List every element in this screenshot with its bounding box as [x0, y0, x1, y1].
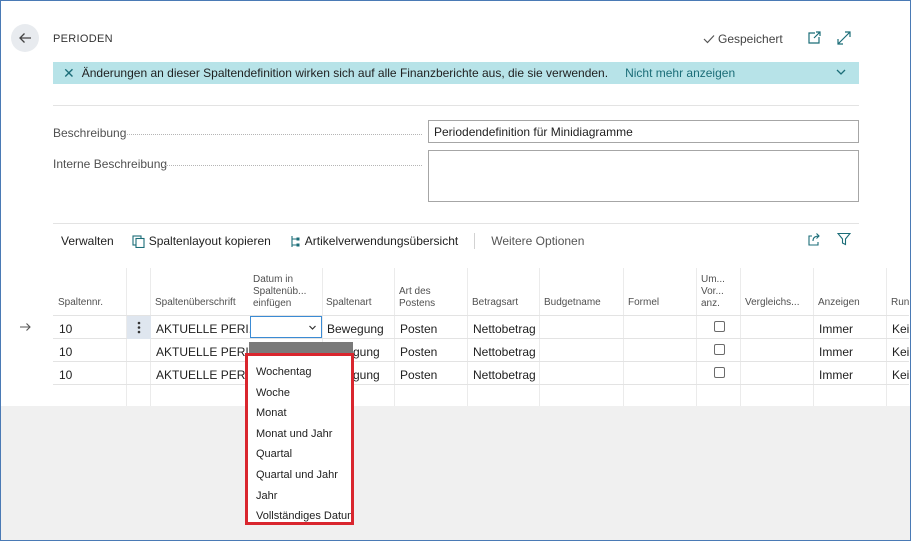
arrow-left-icon [19, 33, 31, 43]
dropdown-option[interactable]: Monat und Jahr [248, 424, 351, 445]
expand-icon [837, 31, 851, 45]
open-new-window-button[interactable] [806, 30, 822, 46]
interne-beschreibung-input[interactable] [428, 150, 859, 202]
beschreibung-label: Beschreibung [53, 126, 127, 140]
cell-runden[interactable]: Kei [892, 322, 909, 336]
share-icon[interactable] [807, 232, 821, 246]
more-vertical-icon [137, 321, 141, 334]
spaltenlayout-kopieren-label: Spaltenlayout kopieren [148, 234, 271, 248]
dropdown-option[interactable]: Monat [248, 403, 351, 424]
saved-label: Gespeichert [718, 32, 783, 46]
checkbox-umkehren[interactable] [714, 321, 725, 332]
dropdown-option[interactable]: Wochentag [248, 362, 351, 383]
leader-dots [127, 134, 422, 135]
cell-anzeigen[interactable]: Immer [819, 368, 853, 382]
cell-spaltenueberschrift[interactable]: AKTUELLE PERI... [156, 345, 259, 359]
header-row-border [53, 292, 909, 316]
cell-art-des-postens[interactable]: Posten [400, 368, 437, 382]
row-actions-button[interactable] [127, 316, 151, 339]
table-row[interactable]: 10 AKTUELLE PERI... Bewegung Posten Nett… [53, 316, 909, 339]
cell-spaltenart[interactable]: gung [353, 368, 380, 382]
cell-betragsart[interactable]: Nettobetrag [473, 345, 536, 359]
checkmark-icon [703, 35, 715, 44]
dropdown-option[interactable]: Quartal [248, 444, 351, 465]
artikelverwendungsuebersicht-label: Artikelverwendungsübersicht [304, 234, 459, 248]
banner-message: Änderungen an dieser Spaltendefinition w… [81, 66, 609, 80]
column-header-line: Um... [701, 274, 725, 285]
checkbox-umkehren[interactable] [714, 344, 725, 355]
datum-einfuegen-dropdown: Wochentag Woche Monat Monat und Jahr Qua… [245, 353, 354, 525]
beschreibung-input[interactable]: Periodendefinition für Minidiagramme [428, 120, 859, 143]
checkbox-umkehren[interactable] [714, 367, 725, 378]
table-row[interactable]: 10 AKTUELLE PERI... gung Posten Nettobet… [53, 339, 909, 362]
toolbar-divider [474, 233, 476, 249]
weitere-optionen-button[interactable]: Weitere Optionen [491, 234, 584, 248]
chevron-down-icon[interactable] [835, 66, 847, 78]
dont-show-again-link[interactable]: Nicht mehr anzeigen [625, 66, 735, 80]
open-in-new-icon [808, 31, 821, 44]
cell-runden[interactable]: Kei [892, 345, 909, 359]
saved-status: Gespeichert [703, 32, 783, 46]
copy-icon [132, 234, 145, 248]
verwalten-button[interactable]: Verwalten [61, 234, 114, 248]
table-row[interactable]: 10 AKTUELLE PERI... gung Posten Nettobet… [53, 362, 909, 385]
cell-art-des-postens[interactable]: Posten [400, 345, 437, 359]
cell-spaltenart[interactable]: Bewegung [327, 322, 384, 336]
dropdown-option[interactable]: Woche [248, 383, 351, 404]
cell-anzeigen[interactable]: Immer [819, 345, 853, 359]
filter-icon[interactable] [837, 232, 851, 246]
cell-spaltenueberschrift[interactable]: AKTUELLE PERI... [156, 368, 259, 382]
divider [53, 223, 859, 224]
back-button[interactable] [11, 24, 39, 52]
cell-art-des-postens[interactable]: Posten [400, 322, 437, 336]
close-icon[interactable]: ✕ [63, 66, 75, 80]
action-toolbar: Verwalten Spaltenlayout kopieren Artikel… [53, 228, 859, 254]
columns-grid: Spaltennr. Spaltenüberschrift Datum in S… [1, 268, 909, 406]
page-title: PERIODEN [53, 33, 113, 45]
info-banner: ✕ Änderungen an dieser Spaltendefinition… [53, 62, 859, 84]
cell-spaltenueberschrift[interactable]: AKTUELLE PERI... [156, 322, 259, 336]
dropdown-option[interactable]: Quartal und Jahr [248, 465, 351, 486]
dropdown-option[interactable]: Jahr [248, 486, 351, 507]
divider [53, 105, 859, 106]
column-header-line: Datum in [253, 274, 294, 285]
cell-spaltenart[interactable]: gung [353, 345, 380, 359]
hierarchy-icon [291, 235, 300, 247]
spaltenlayout-kopieren-button[interactable]: Spaltenlayout kopieren [132, 234, 271, 248]
cell-spaltennr[interactable]: 10 [59, 322, 72, 336]
artikelverwendungsuebersicht-button[interactable]: Artikelverwendungsübersicht [289, 234, 458, 248]
cell-spaltennr[interactable]: 10 [59, 345, 72, 359]
cell-betragsart[interactable]: Nettobetrag [473, 368, 536, 382]
weitere-optionen-label: Weitere Optionen [491, 234, 585, 248]
verwalten-label: Verwalten [61, 234, 114, 248]
table-row-empty[interactable] [53, 385, 909, 406]
chevron-down-icon [309, 325, 316, 330]
cell-spaltennr[interactable]: 10 [59, 368, 72, 382]
expand-button[interactable] [836, 30, 852, 46]
datum-einfuegen-select[interactable] [250, 316, 322, 338]
cell-betragsart[interactable]: Nettobetrag [473, 322, 536, 336]
dropdown-option[interactable]: Vollständiges Datum [248, 506, 351, 527]
page-background [1, 406, 910, 540]
arrow-right-icon [20, 323, 31, 331]
interne-beschreibung-label: Interne Beschreibung [53, 157, 168, 171]
cell-runden[interactable]: Kei [892, 368, 909, 382]
leader-dots [164, 165, 422, 166]
cell-anzeigen[interactable]: Immer [819, 322, 853, 336]
